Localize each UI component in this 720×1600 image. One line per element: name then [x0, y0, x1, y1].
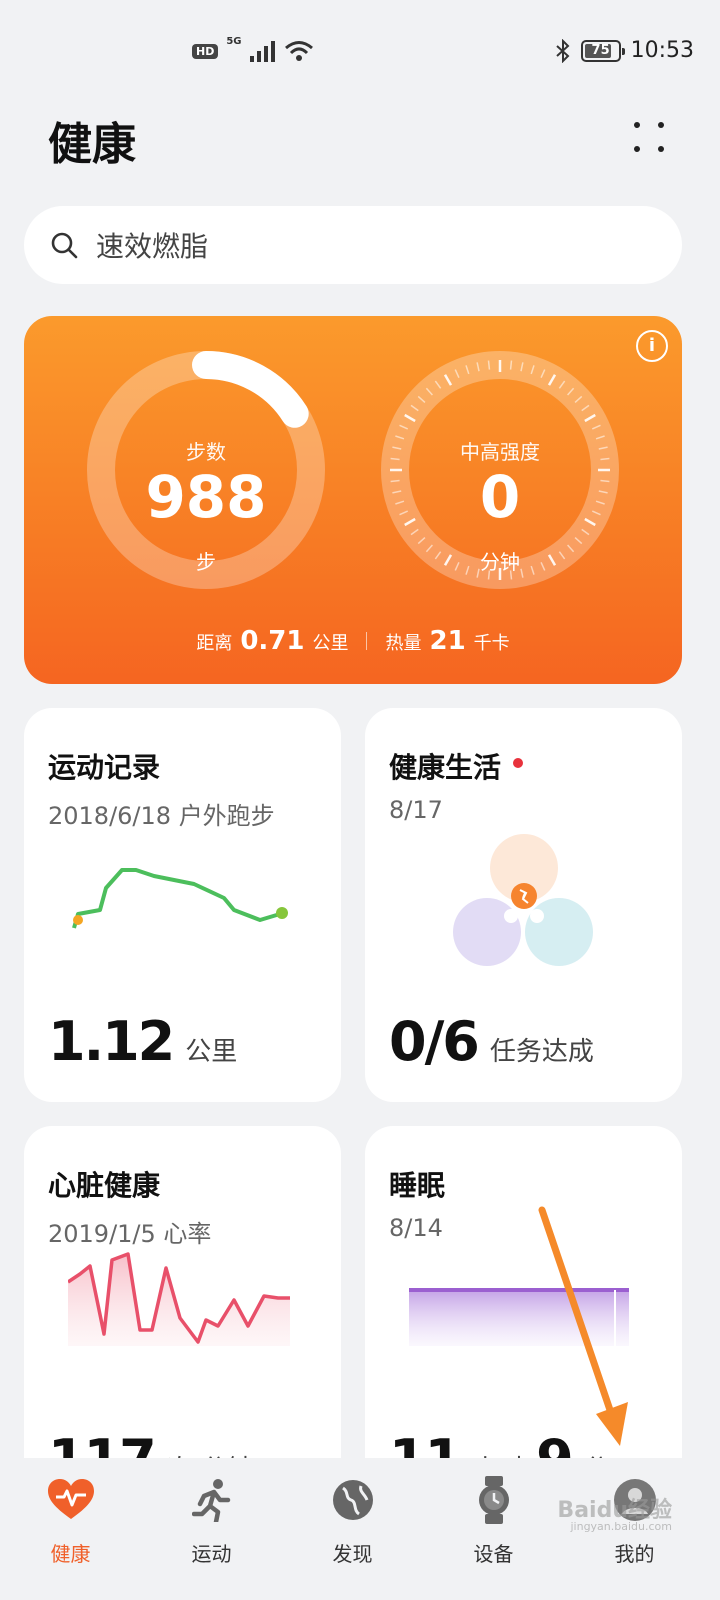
healthy-life-subtitle: 8/17 [389, 796, 443, 824]
heart-pulse-icon [47, 1479, 94, 1519]
watermark-url: jingyan.baidu.com [570, 1520, 672, 1533]
sleep-subtitle: 8/14 [389, 1214, 443, 1242]
healthy-life-card[interactable]: 健康生活 8/17 0/6 任务达成 [365, 708, 682, 1102]
distance-label: 距离 [196, 633, 233, 654]
tab-discover-label: 发现 [332, 1542, 373, 1566]
healthy-life-title: 健康生活 [389, 751, 502, 784]
distance-unit: 公里 [312, 633, 349, 654]
search-bar[interactable]: 速效燃脂 [24, 206, 682, 284]
smile-icon [530, 909, 544, 923]
healthy-life-rings [453, 834, 593, 966]
steps-label: 步数 [186, 440, 226, 464]
running-icon [191, 1479, 230, 1522]
intensity-unit: 分钟 [480, 550, 520, 574]
healthy-life-title-row: 健康生活 [389, 746, 524, 786]
more-menu-button[interactable] [628, 114, 676, 162]
exercise-distance-value: 1.12 [48, 1010, 175, 1073]
heart-subtitle: 2019/1/5 心率 [48, 1220, 212, 1248]
page-title: 健康 [48, 119, 136, 170]
activity-summary-card[interactable]: i 步数 988 步 中高强度 0 分钟 距离 0.71 公里 热量 21 千卡 [24, 316, 682, 684]
tasks-done-value: 0/6 [389, 1010, 480, 1073]
distance-value: 0.71 [240, 626, 305, 656]
calories-value: 21 [429, 626, 466, 656]
activity-stats: 距离 0.71 公里 热量 21 千卡 [24, 626, 682, 656]
tab-exercise-label: 运动 [191, 1542, 232, 1566]
status-bar: HD 5G 75 10:53 [0, 0, 720, 100]
wifi-icon [284, 41, 313, 61]
notification-dot [513, 758, 524, 768]
5g-label: 5G [226, 36, 242, 47]
tasks-done-unit: 任务达成 [489, 1037, 594, 1067]
tab-discover[interactable]: 发现 [282, 1458, 423, 1600]
tab-health[interactable]: 健康 [0, 1458, 141, 1600]
signal-icon [249, 41, 275, 62]
steps-value: 988 [145, 463, 267, 531]
info-icon[interactable]: i [636, 330, 668, 362]
sleep-chart [409, 1288, 629, 1346]
intensity-ring[interactable]: 中高强度 0 分钟 [380, 350, 620, 590]
hd-badge: HD [192, 43, 219, 59]
route-map [72, 868, 288, 929]
calories-label: 热量 [385, 633, 422, 654]
sleep-title: 睡眠 [389, 1169, 446, 1202]
clock: 10:53 [630, 38, 694, 63]
tab-health-label: 健康 [50, 1542, 91, 1566]
tab-exercise[interactable]: 运动 [141, 1458, 282, 1600]
search-placeholder: 速效燃脂 [96, 230, 209, 263]
exercise-title: 运动记录 [48, 751, 161, 784]
globe-icon [332, 1480, 373, 1520]
steps-ring[interactable]: 步数 988 步 [86, 350, 326, 590]
steps-unit: 步 [196, 550, 216, 574]
tab-devices[interactable]: 设备 [423, 1458, 564, 1600]
exercise-record-card[interactable]: 运动记录 2018/6/18 户外跑步 1.12 公里 [24, 708, 341, 1102]
stats-divider [366, 632, 368, 650]
route-start-marker [73, 915, 83, 925]
intensity-label: 中高强度 [460, 440, 540, 464]
intensity-value: 0 [479, 463, 521, 531]
route-end-marker [276, 907, 288, 919]
battery-level: 75 [591, 42, 610, 58]
calories-unit: 千卡 [473, 633, 510, 654]
heart-rate-chart [68, 1252, 290, 1346]
bluetooth-icon [555, 38, 570, 63]
tab-me-label: 我的 [614, 1542, 655, 1566]
exercise-distance-unit: 公里 [185, 1037, 238, 1067]
exercise-subtitle: 2018/6/18 户外跑步 [48, 802, 275, 830]
search-icon [51, 232, 78, 259]
status-right-icons: 75 10:53 [555, 38, 694, 63]
tab-devices-label: 设备 [473, 1542, 514, 1566]
status-left-icons: HD 5G [192, 36, 314, 62]
battery-icon: 75 [580, 39, 625, 62]
watch-icon [478, 1476, 509, 1524]
heart-title: 心脏健康 [48, 1169, 161, 1202]
moon-icon [504, 909, 518, 923]
